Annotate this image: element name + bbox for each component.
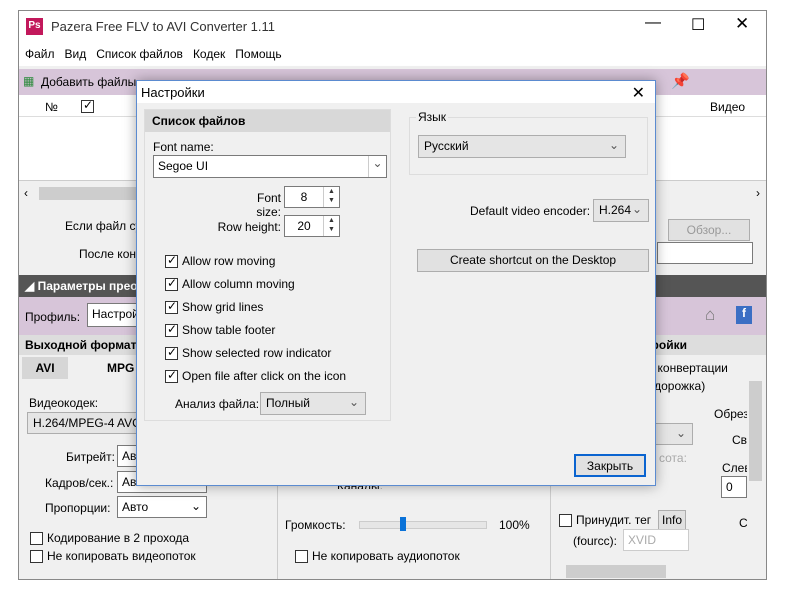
dialog-close-button[interactable]: ✕ xyxy=(632,83,645,103)
row-height-value: 20 xyxy=(297,219,311,233)
file-analysis-select[interactable]: Полный ⌄ xyxy=(260,392,366,415)
maximize-button[interactable]: ☐ xyxy=(691,15,705,35)
font-size-label: Font size: xyxy=(256,191,281,219)
show-grid-lines-checkbox[interactable]: Show grid lines xyxy=(165,299,263,315)
crop-c-label: Св xyxy=(732,433,748,447)
videocodec-select[interactable]: H.264/MPEG-4 AVC xyxy=(27,412,147,434)
profile-label: Профиль: xyxy=(25,310,81,324)
dialog-title: Настройки xyxy=(141,85,205,100)
after-conversion-field[interactable] xyxy=(657,242,753,264)
app-logo-icon: Ps xyxy=(26,18,43,35)
font-name-label: Font name: xyxy=(153,140,214,154)
volume-value: 100% xyxy=(499,518,530,532)
create-shortcut-button[interactable]: Create shortcut on the Desktop xyxy=(417,249,649,272)
volume-slider[interactable] xyxy=(359,517,487,531)
show-table-footer-checkbox[interactable]: Show table footer xyxy=(165,322,275,338)
right-horizontal-scrollbar[interactable] xyxy=(554,563,746,580)
tab-avi[interactable]: AVI xyxy=(22,357,68,379)
after-conversion-label: После кон xyxy=(79,247,136,261)
allow-row-moving-checkbox[interactable]: Allow row moving xyxy=(165,253,275,269)
aspect-select[interactable]: Авто ⌄ xyxy=(117,496,207,518)
column-number[interactable]: № xyxy=(45,100,58,114)
two-pass-checkbox[interactable]: Кодирование в 2 прохода xyxy=(30,531,189,546)
menu-view[interactable]: Вид xyxy=(65,47,87,61)
crop-left-field[interactable]: 0 xyxy=(721,476,747,498)
file-list-group: Список файлов Font name: Segoe UI ⌄ Font … xyxy=(144,109,391,421)
menu-codec[interactable]: Кодек xyxy=(193,47,225,61)
browse-button[interactable]: Обзор... xyxy=(668,219,750,241)
language-group: Язык Русский ⌄ xyxy=(409,110,648,175)
tab-mpg[interactable]: MPG xyxy=(107,361,134,375)
videocodec-label: Видеокодек: xyxy=(29,396,99,410)
volume-label: Громкость: xyxy=(285,518,346,532)
force-tag-checkbox[interactable]: Принудит. тег xyxy=(559,513,651,528)
language-group-label: Язык xyxy=(416,110,449,124)
add-files-icon: ▦ xyxy=(23,74,35,88)
fourcc-select[interactable]: XVID xyxy=(623,529,689,551)
facebook-icon[interactable]: f xyxy=(736,306,752,324)
bitrate-label: Битрейт: xyxy=(66,450,115,464)
height-label: сота: xyxy=(659,451,687,465)
home-icon[interactable]: ⌂ xyxy=(705,305,715,325)
font-size-value: 8 xyxy=(300,190,308,204)
aspect-value: Авто xyxy=(122,500,149,514)
fps-label: Кадров/сек.: xyxy=(45,476,114,490)
volume-slider-thumb[interactable] xyxy=(400,517,407,531)
minimize-button[interactable]: — xyxy=(645,14,661,32)
show-selected-row-indicator-checkbox[interactable]: Show selected row indicator xyxy=(165,345,331,361)
title-bar: Ps Pazera Free FLV to AVI Converter 1.11… xyxy=(19,11,766,42)
column-video[interactable]: Видео xyxy=(710,100,745,114)
file-analysis-label: Анализ файла: xyxy=(175,397,260,411)
row-height-label: Row height: xyxy=(217,220,281,234)
default-encoder-select[interactable]: H.264 ⌄ xyxy=(593,199,649,222)
no-copy-video-checkbox[interactable]: Не копировать видеопоток xyxy=(30,549,196,564)
menu-bar: Файл Вид Список файлов Кодек Помощь xyxy=(19,42,766,66)
pin-icon[interactable]: 📌 xyxy=(671,72,690,90)
close-dialog-button[interactable]: Закрыть xyxy=(574,454,646,477)
menu-help[interactable]: Помощь xyxy=(235,47,281,61)
row-height-spinner[interactable]: 20 ▲ ▼ xyxy=(284,215,340,237)
font-name-select[interactable]: Segoe UI ⌄ xyxy=(153,155,387,178)
crop-group-label: Обрез xyxy=(714,407,749,421)
window-title: Pazera Free FLV to AVI Converter 1.11 xyxy=(51,19,275,34)
right-vertical-scrollbar[interactable] xyxy=(747,363,764,563)
menu-file[interactable]: Файл xyxy=(25,47,55,61)
open-file-on-icon-click-checkbox[interactable]: Open file after click on the icon xyxy=(165,368,346,384)
font-size-spinner[interactable]: 8 ▲ ▼ xyxy=(284,186,340,208)
file-list-header: Список файлов xyxy=(145,110,390,132)
fourcc-label: (fourcc): xyxy=(573,534,618,548)
language-select[interactable]: Русский ⌄ xyxy=(418,135,626,158)
column-checkbox[interactable] xyxy=(81,98,98,114)
settings-dialog: Настройки ✕ Список файлов Font name: Seg… xyxy=(136,80,656,486)
allow-column-moving-checkbox[interactable]: Allow column moving xyxy=(165,276,295,292)
menu-file-list[interactable]: Список файлов xyxy=(96,47,183,61)
close-button[interactable]: ✕ xyxy=(735,14,749,34)
section-title: Параметры преоб xyxy=(37,279,146,293)
aspect-label: Пропорции: xyxy=(45,501,111,515)
add-files-button[interactable]: Добавить файлы xyxy=(41,75,136,89)
default-encoder-label: Default video encoder: xyxy=(470,204,591,218)
if-file-exists-label: Если файл су xyxy=(65,219,142,233)
no-copy-audio-checkbox[interactable]: Не копировать аудиопоток xyxy=(295,549,460,564)
dialog-title-bar: Настройки ✕ xyxy=(137,81,655,103)
font-name-value: Segoe UI xyxy=(158,159,209,173)
info-button[interactable]: Info xyxy=(658,510,686,530)
